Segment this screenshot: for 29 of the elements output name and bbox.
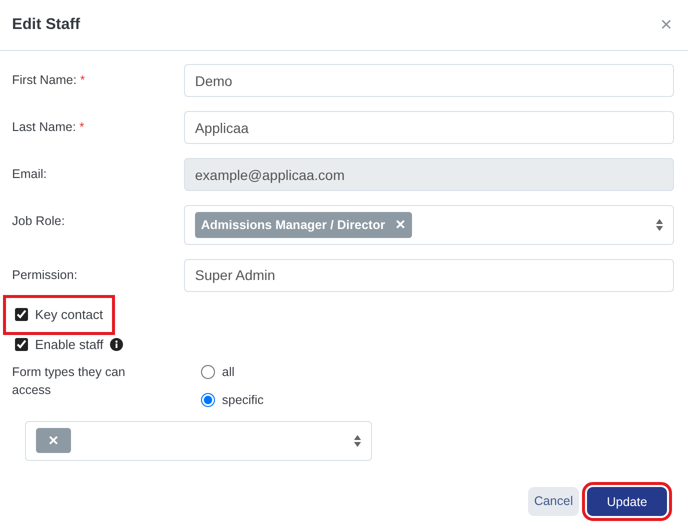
radio-button[interactable]: [201, 393, 215, 408]
update-button[interactable]: Update: [587, 486, 667, 516]
remove-tag-icon[interactable]: ✕: [395, 215, 406, 235]
field-label: Last Name: *: [12, 119, 86, 136]
dialog-title: Edit Staff: [12, 16, 80, 34]
tag-chip: Admissions Manager / Director ✕: [195, 212, 412, 238]
field-label: Job Role:: [12, 213, 66, 230]
multi-select-field[interactable]: ✕: [25, 420, 372, 460]
text-field[interactable]: Demo: [184, 64, 674, 97]
radio-button[interactable]: [201, 365, 215, 380]
text-field[interactable]: Applicaa: [184, 111, 674, 144]
email-field: example@applicaa.com: [184, 158, 674, 191]
field-label: Form types they can access: [12, 364, 126, 399]
select-arrows-icon: [656, 219, 663, 231]
checkbox-label: Key contact: [35, 306, 103, 324]
select-arrows-icon: [354, 434, 361, 446]
close-button[interactable]: ×: [656, 15, 676, 35]
field-label: First Name: *: [12, 72, 86, 89]
checkbox[interactable]: [15, 338, 28, 351]
info-icon[interactable]: [110, 338, 124, 351]
field-label: Permission:: [12, 267, 78, 284]
multi-select-field[interactable]: Admissions Manager / Director ✕: [184, 205, 674, 245]
field-label: Email:: [12, 166, 48, 183]
checkbox-label: Enable staff: [35, 336, 104, 354]
radio-label: specific: [222, 392, 264, 409]
permission-select[interactable]: Super Admin: [184, 259, 674, 292]
radio-label: all: [222, 364, 235, 381]
cancel-button[interactable]: Cancel: [528, 486, 579, 516]
checkbox[interactable]: [15, 308, 28, 322]
